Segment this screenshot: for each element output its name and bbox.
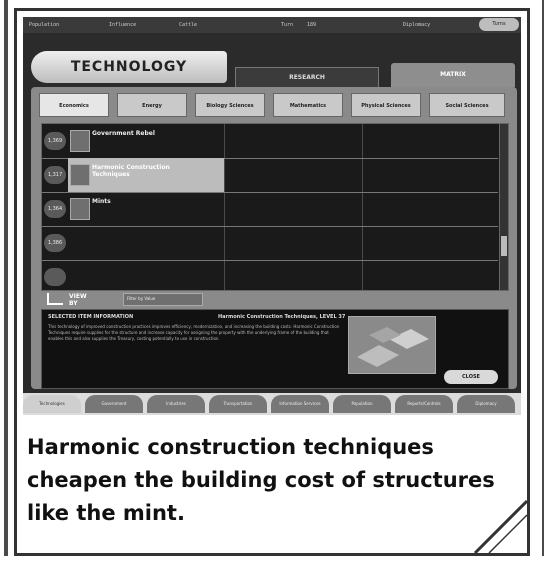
item-name: Mints (92, 198, 111, 205)
list-item-selected[interactable]: 1,317 Harmonic Construction Techniques (42, 158, 498, 193)
item-number: 1,386 (44, 234, 66, 252)
item-thumbnail (70, 164, 90, 186)
construction-image (348, 316, 436, 374)
tab-economics[interactable]: Economics (39, 93, 109, 117)
turn-label: Turn (281, 22, 294, 28)
tab-biology-sciences[interactable]: Biology Sciences (195, 93, 265, 117)
selected-item-info: SELECTED ITEM INFORMATION Harmonic Const… (41, 309, 509, 389)
figure-caption: Harmonic construction techniques cheapen… (27, 435, 495, 525)
matrix-panel: Economics Energy Biology Sciences Mathem… (31, 87, 517, 389)
tab-technologies[interactable]: Technologies (23, 395, 81, 413)
turn-value: 189 (307, 22, 317, 28)
arrow-icon (47, 293, 63, 305)
technology-list: 1,369 Government Rebel 1,317 Harmonic Co… (41, 123, 509, 291)
item-number: 1,369 (44, 132, 66, 150)
corner-decoration (473, 499, 527, 553)
cattle-label: Cattle (179, 22, 198, 28)
tab-research[interactable]: RESEARCH (235, 67, 379, 89)
list-item[interactable] (42, 260, 498, 294)
list-scrollbar[interactable] (499, 124, 508, 290)
influence-label: Influence (109, 22, 137, 28)
list-item[interactable]: 1,386 (42, 226, 498, 261)
item-name: Harmonic Construction Techniques (92, 164, 170, 178)
tab-transportation[interactable]: Transportation (209, 395, 267, 413)
top-status-bar: Population Influence Cattle Turn 189 Dip… (23, 17, 521, 33)
list-item[interactable]: 1,364 Mints (42, 192, 498, 227)
close-button[interactable]: CLOSE (444, 370, 498, 384)
tab-information-services[interactable]: Information Services (271, 395, 329, 413)
item-number: 1,317 (44, 166, 66, 184)
population-label: Population (29, 22, 60, 28)
list-item[interactable]: 1,369 Government Rebel (42, 124, 498, 159)
info-title: SELECTED ITEM INFORMATION (48, 314, 134, 320)
scrollbar-thumb[interactable] (501, 236, 507, 256)
category-tabs: Economics Energy Biology Sciences Mathem… (39, 93, 509, 117)
item-name: Government Rebel (92, 130, 155, 137)
tab-government[interactable]: Government (85, 395, 143, 413)
tab-energy[interactable]: Energy (117, 93, 187, 117)
item-thumbnail (70, 130, 90, 152)
tab-social-sciences[interactable]: Social Sciences (429, 93, 505, 117)
tab-reports-controls[interactable]: Reports/Controls (395, 395, 453, 413)
tab-industries[interactable]: Industries (147, 395, 205, 413)
tab-matrix[interactable]: MATRIX (391, 63, 515, 87)
tab-physical-sciences[interactable]: Physical Sciences (351, 93, 421, 117)
info-item-title: Harmonic Construction Techniques, LEVEL … (218, 314, 346, 320)
tab-population[interactable]: Population (333, 395, 391, 413)
item-number: 1,364 (44, 200, 66, 218)
game-screen: Population Influence Cattle Turn 189 Dip… (23, 17, 521, 415)
item-number (44, 268, 66, 286)
item-thumbnail (70, 198, 90, 220)
view-by-label: VIEW BY (69, 293, 87, 307)
diplomacy-label: Diplomacy (403, 22, 431, 28)
tab-diplomacy[interactable]: Diplomacy (457, 395, 515, 413)
tab-mathematics[interactable]: Mathematics (273, 93, 343, 117)
bottom-navigation: Technologies Government Industries Trans… (23, 393, 521, 415)
tab-technology[interactable]: TECHNOLOGY (31, 51, 227, 83)
view-by-dropdown[interactable]: Filter by Value (123, 293, 203, 306)
info-description: This technology of improved construction… (48, 324, 340, 341)
turns-button[interactable]: Turns (479, 18, 519, 31)
view-by-value: Filter by Value (127, 296, 156, 301)
figure-frame: Population Influence Cattle Turn 189 Dip… (14, 8, 530, 556)
